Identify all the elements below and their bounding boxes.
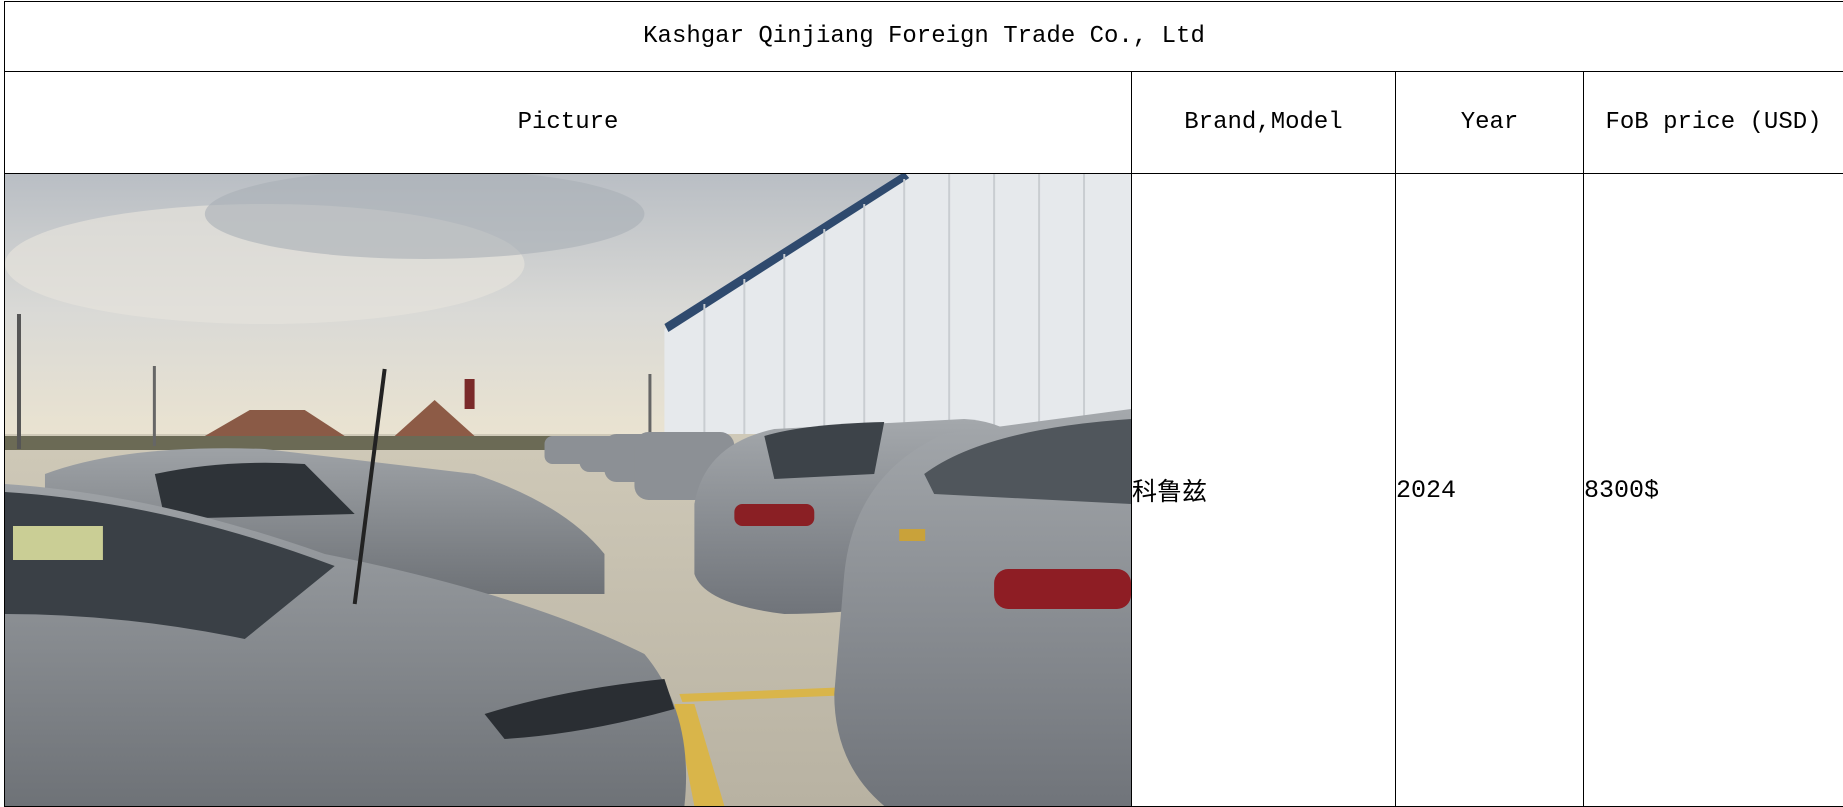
company-title: Kashgar Qinjiang Foreign Trade Co., Ltd (3, 1, 1843, 72)
brand-model-cell: 科鲁兹 (1131, 173, 1396, 807)
header-row: Picture Brand,Model Year FoB price (USD) (4, 71, 1843, 174)
vehicle-price-table: Kashgar Qinjiang Foreign Trade Co., Ltd … (3, 1, 1843, 807)
car-lot-photo (5, 174, 1131, 806)
header-picture: Picture (4, 71, 1132, 174)
header-year: Year (1395, 71, 1584, 174)
header-fob-price: FoB price (USD) (1582, 71, 1843, 174)
fob-price-cell: 8300$ (1582, 173, 1843, 807)
table-row: 科鲁兹 2024 8300$ (4, 173, 1843, 807)
header-brand-model: Brand,Model (1131, 71, 1396, 174)
title-row: Kashgar Qinjiang Foreign Trade Co., Ltd (3, 1, 1843, 72)
picture-cell (4, 173, 1132, 807)
year-cell: 2024 (1395, 173, 1584, 807)
